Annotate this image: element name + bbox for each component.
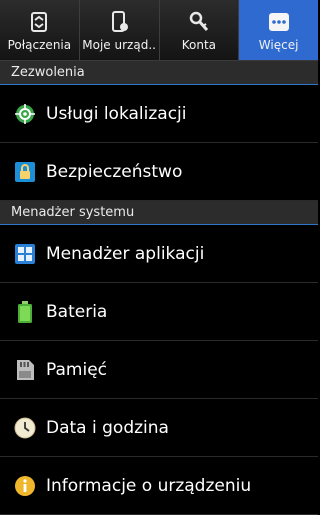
list-item-storage[interactable]: Pamięć [0, 341, 318, 399]
list-item-label: Menadżer aplikacji [46, 243, 205, 264]
clock-icon [13, 416, 37, 440]
tab-connections[interactable]: Połączenia [0, 0, 80, 60]
list-item-label: Bezpieczeństwo [46, 161, 183, 182]
battery-icon [13, 300, 37, 324]
apps-icon [13, 242, 37, 266]
list-item-device-info[interactable]: Informacje o urządzeniu [0, 457, 318, 515]
my-device-icon [106, 9, 132, 35]
tab-label: Moje urząd.. [82, 38, 156, 52]
tab-bar: Połączenia Moje urząd.. Konta Więcej [0, 0, 318, 61]
list-item-label: Data i godzina [46, 417, 169, 438]
lock-icon [13, 160, 37, 184]
list-item-label: Informacje o urządzeniu [46, 475, 252, 496]
connections-icon [26, 9, 52, 35]
section-header-system-manager: Menadżer systemu [0, 201, 318, 225]
tab-more[interactable]: Więcej [239, 0, 318, 60]
tab-label: Konta [181, 38, 217, 52]
list-item-date-time[interactable]: Data i godzina [0, 399, 318, 457]
tab-label: Więcej [258, 38, 299, 52]
list-item-location-services[interactable]: Usługi lokalizacji [0, 85, 318, 143]
location-icon [13, 102, 37, 126]
list-item-label: Usługi lokalizacji [46, 103, 187, 124]
accounts-icon [186, 9, 212, 35]
tab-accounts[interactable]: Konta [160, 0, 240, 60]
list-item-label: Pamięć [46, 359, 107, 380]
list-item-security[interactable]: Bezpieczeństwo [0, 143, 318, 201]
more-icon [266, 9, 292, 35]
sd-card-icon [13, 358, 37, 382]
tab-label: Połączenia [7, 38, 72, 52]
section-header-permissions: Zezwolenia [0, 61, 318, 85]
list-item-application-manager[interactable]: Menadżer aplikacji [0, 225, 318, 283]
list-item-battery[interactable]: Bateria [0, 283, 318, 341]
tab-my-device[interactable]: Moje urząd.. [80, 0, 160, 60]
list-item-label: Bateria [46, 301, 108, 322]
info-icon [13, 474, 37, 498]
